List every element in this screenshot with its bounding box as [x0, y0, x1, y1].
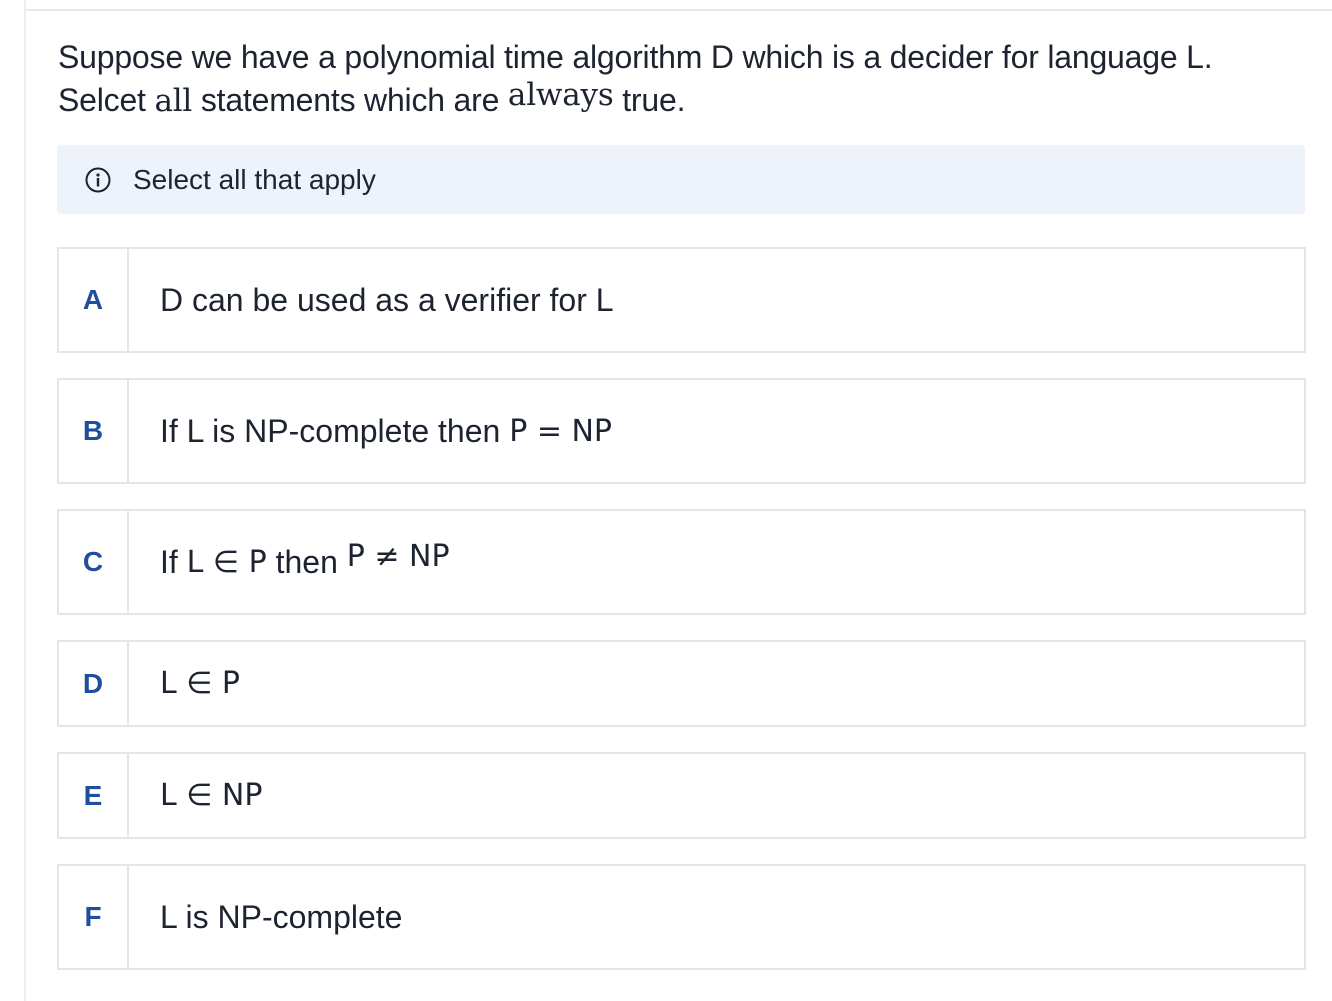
question-emphasis-always: always — [507, 77, 614, 113]
question-text: Suppose we have a polynomial time algori… — [58, 36, 1308, 123]
option-b-text: If L is NP-complete then — [160, 412, 510, 449]
question-line-2-mid: statements which are — [192, 82, 508, 118]
question-line-1: Suppose we have a polynomial time algori… — [58, 39, 1213, 75]
left-divider — [24, 0, 26, 1001]
option-label: L ∈ NP — [129, 754, 1304, 837]
option-a[interactable]: A D can be used as a verifier for L — [57, 247, 1306, 353]
option-c-math-1: L ∈ P — [186, 544, 267, 580]
option-e[interactable]: E L ∈ NP — [57, 752, 1306, 839]
option-label: L is NP-complete — [129, 866, 1304, 968]
option-label: D can be used as a verifier for L — [129, 249, 1304, 351]
option-letter: B — [59, 380, 129, 482]
option-c-text-start: If — [160, 543, 187, 580]
info-icon — [85, 167, 111, 193]
option-a-text: D can be used as a verifier for L — [160, 281, 614, 318]
option-letter: E — [59, 754, 129, 837]
option-e-math: L ∈ NP — [160, 778, 263, 813]
select-all-hint: Select all that apply — [57, 145, 1305, 214]
option-label: L ∈ P — [129, 642, 1304, 725]
option-label: If L ∈ P then P ≠ NP — [129, 511, 1304, 613]
option-letter: C — [59, 511, 129, 613]
option-c[interactable]: C If L ∈ P then P ≠ NP — [57, 509, 1306, 615]
option-f[interactable]: F L is NP-complete — [57, 864, 1306, 970]
option-c-math-2: P ≠ NP — [346, 538, 450, 574]
option-b-math: P = NP — [509, 413, 613, 449]
option-d-math: L ∈ P — [160, 666, 241, 701]
option-c-text-mid: then — [266, 543, 347, 580]
top-divider — [24, 9, 1332, 11]
question-line-2-end: true. — [613, 82, 686, 118]
option-b[interactable]: B If L is NP-complete then P = NP — [57, 378, 1306, 484]
option-letter: A — [59, 249, 129, 351]
option-d[interactable]: D L ∈ P — [57, 640, 1306, 727]
option-letter: F — [59, 866, 129, 968]
question-emphasis-all: all — [154, 83, 193, 119]
question-line-2-start: Selcet — [58, 82, 155, 118]
option-f-text: L is NP-complete — [160, 898, 403, 935]
option-label: If L is NP-complete then P = NP — [129, 380, 1304, 482]
hint-text: Select all that apply — [133, 163, 376, 195]
option-letter: D — [59, 642, 129, 725]
